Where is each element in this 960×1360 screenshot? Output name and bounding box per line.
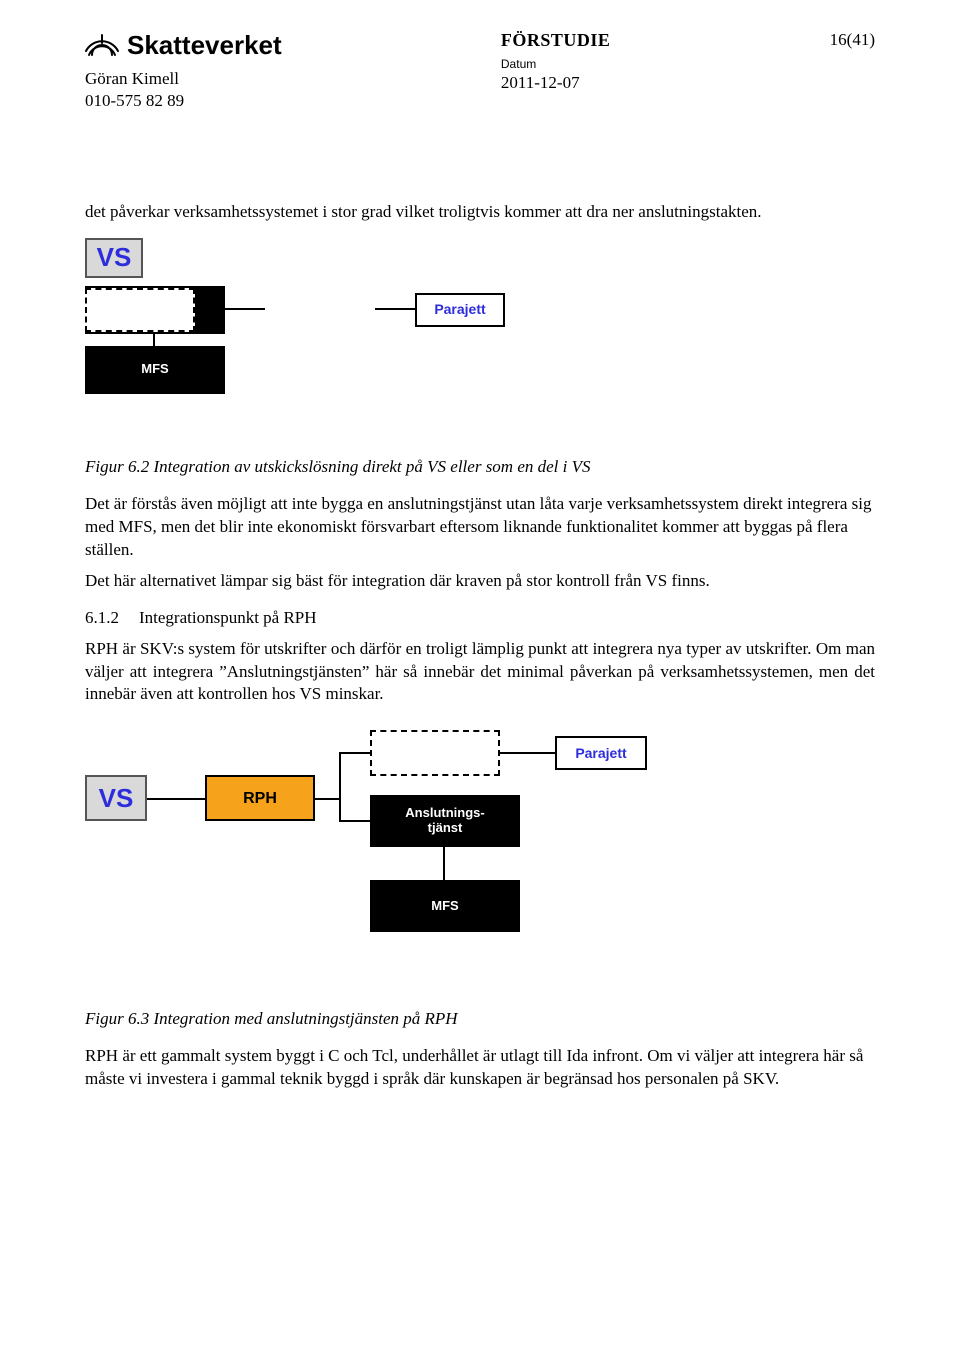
mfs-box: MFS: [370, 880, 520, 932]
mfs-box: MFS: [85, 346, 225, 394]
paragraph-3: RPH är SKV:s system för utskrifter och d…: [85, 638, 875, 707]
vs-box: VS: [85, 238, 143, 278]
author-name: Göran Kimell: [85, 69, 282, 89]
dashed-box: [85, 288, 195, 332]
paragraph-1: Det är förstås även möjligt att inte byg…: [85, 493, 875, 562]
paragraph-2: Det här alternativet lämpar sig bäst för…: [85, 570, 875, 593]
ansl-line2: tjänst: [428, 821, 463, 836]
section-title: Integrationspunkt på RPH: [139, 607, 317, 630]
connector-line: [315, 798, 339, 800]
vs-box: VS: [85, 775, 147, 821]
anslutningstjanst-box: Anslutnings- tjänst: [370, 795, 520, 847]
page: Skatteverket Göran Kimell 010-575 82 89 …: [0, 0, 960, 1360]
connector-line: [339, 752, 341, 822]
connector-line: [339, 820, 370, 822]
rph-box: RPH: [205, 775, 315, 821]
dashed-box: [370, 730, 500, 776]
figure-6-2-diagram: VS Anslutnings- tjänst MFS Parajett: [85, 238, 555, 438]
skatteverket-logo-icon: [85, 33, 119, 59]
intro-paragraph: det påverkar verksamhetssystemet i stor …: [85, 201, 875, 224]
author-phone: 010-575 82 89: [85, 91, 282, 111]
header: Skatteverket Göran Kimell 010-575 82 89 …: [85, 30, 875, 111]
doc-date: 2011-12-07: [501, 73, 611, 93]
logo: Skatteverket: [85, 30, 282, 61]
figure-6-3-diagram: VS RPH Anslutnings- tjänst MFS Parajett: [85, 720, 705, 990]
logo-text: Skatteverket: [127, 30, 282, 61]
parajett-box: Parajett: [555, 736, 647, 770]
section-number: 6.1.2: [85, 607, 119, 630]
content: det påverkar verksamhetssystemet i stor …: [85, 201, 875, 1091]
page-number: 16(41): [830, 30, 875, 50]
datum-label: Datum: [501, 57, 611, 71]
connector-line: [147, 798, 205, 800]
figure-6-2-caption: Figur 6.2 Integration av utskickslösning…: [85, 456, 875, 479]
connector-line: [225, 308, 265, 310]
parajett-box: Parajett: [415, 293, 505, 327]
header-left: Skatteverket Göran Kimell 010-575 82 89: [85, 30, 282, 111]
header-center: FÖRSTUDIE Datum 2011-12-07: [501, 30, 611, 93]
ansl-line1: Anslutnings-: [405, 806, 484, 821]
doc-type-title: FÖRSTUDIE: [501, 30, 611, 51]
connector-line: [500, 752, 555, 754]
connector-line: [153, 334, 155, 346]
section-6-1-2-heading: 6.1.2 Integrationspunkt på RPH: [85, 607, 875, 630]
connector-line: [443, 847, 445, 880]
paragraph-4: RPH är ett gammalt system byggt i C och …: [85, 1045, 875, 1091]
figure-6-3-caption: Figur 6.3 Integration med anslutningstjä…: [85, 1008, 875, 1031]
connector-line: [375, 308, 415, 310]
connector-line: [339, 752, 370, 754]
